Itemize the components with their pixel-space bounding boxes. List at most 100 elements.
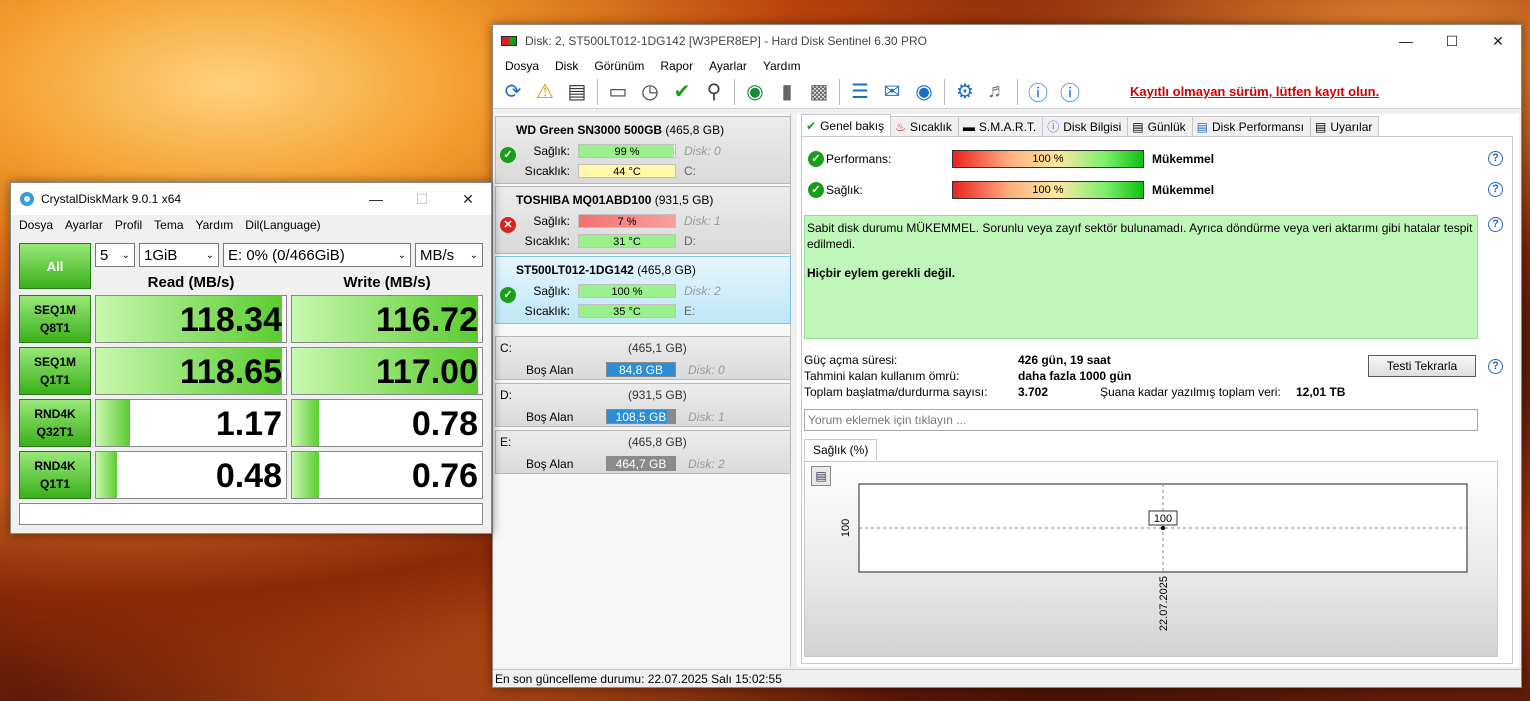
cdm-menu-dosya[interactable]: Dosya [13,218,59,232]
check-icon: ✔ [806,118,817,133]
test-button-seq1m-q8t1[interactable]: SEQ1M Q8T1 [19,295,91,343]
help-icon[interactable]: ? [1488,182,1503,197]
disk-icon: ▬ [962,119,975,134]
refresh-warning-icon[interactable]: ⚠ [531,78,559,106]
health-gauge: 100 % [952,181,1144,199]
external-disk-icon[interactable]: ▮ [773,78,801,106]
server-icon[interactable]: ▩ [805,78,833,106]
disk-item-1[interactable]: TOSHIBA MQ01ABD100 (931,5 GB) ✕ Sağlık: 7… [495,186,791,254]
cdm-window: CrystalDiskMark 9.0.1 x64 — ☐ ✕ Dosya Ay… [10,182,492,534]
performance-text: Mükemmel [1152,152,1215,166]
unit-select[interactable]: MB/s ⌄ [415,243,483,267]
all-button[interactable]: All [19,243,91,289]
test-button-seq1m-q1t1[interactable]: SEQ1M Q1T1 [19,347,91,395]
disk-item-0[interactable]: WD Green SN3000 500GB (465,8 GB) ✓ Sağlı… [495,116,791,184]
minimize-button[interactable]: — [1383,25,1429,57]
health-chart: 100 100 22.07.2025 [840,483,1468,631]
test-button-rnd4k-q1t1[interactable]: RND4K Q1T1 [19,451,91,499]
app-icon [501,36,517,46]
unregistered-link[interactable]: Kayıtlı olmayan sürüm, lütfen kayıt olun… [1130,84,1379,99]
tab-temperature[interactable]: ♨ Sıcaklık [890,116,959,136]
cdm-close-button[interactable]: ✕ [445,183,491,215]
cdm-menu-profil[interactable]: Profil [109,218,148,232]
free-space-bar: 464,7 GB [606,456,676,471]
menu-disk[interactable]: Disk [547,59,586,73]
cdm-menu-ayarlar[interactable]: Ayarlar [59,218,109,232]
help-icon[interactable]: ? [1488,359,1503,374]
cdm-menu-tema[interactable]: Tema [148,218,189,232]
maximize-button[interactable]: ☐ [1429,25,1475,57]
chevron-down-icon: ⌄ [397,249,406,261]
report-icon[interactable]: ☰ [846,78,874,106]
comment-input[interactable]: Yorum eklemek için tıklayın ... [804,409,1478,431]
menu-rapor[interactable]: Rapor [652,59,701,73]
volume-item-d[interactable]: D: (931,5 GB) Boş Alan 108,5 GB Disk: 1 [495,383,791,427]
cdm-minimize-button[interactable]: — [353,183,399,215]
drive-letter: E: [684,304,696,318]
settings-icon[interactable]: ⚙ [951,78,979,106]
menu-bar: Dosya Disk Görünüm Rapor Ayarlar Yardım [493,57,1521,75]
health-bar: 100 % [578,284,676,298]
web-icon[interactable]: ◉ [910,78,938,106]
volume-letter: C: [500,341,512,355]
tab-performance[interactable]: ▤ Disk Performansı [1191,116,1312,136]
health-label: Sağlık: [533,284,570,298]
drive-select[interactable]: E: 0% (0/466GiB) ⌄ [223,243,411,267]
disk-item-2[interactable]: ST500LT012-1DG142 (465,8 GB) ✓ Sağlık: 10… [495,256,791,324]
disk-search-icon[interactable]: ⚲ [700,78,728,106]
comment-field[interactable] [19,503,483,525]
tab-alerts[interactable]: ▤ Uyarılar [1310,116,1380,136]
performance-label: Performans: [826,152,892,166]
close-button[interactable]: ✕ [1475,25,1521,57]
info-icon[interactable]: ⓘ [1056,78,1084,106]
menu-gorunum[interactable]: Görünüm [586,59,652,73]
read-header: Read (MB/s) [147,274,235,291]
status-text: Sabit disk durumu MÜKEMMEL. Sorunlu veya… [807,221,1473,251]
refresh-icon[interactable]: ⟳ [499,78,527,106]
network-disk-icon[interactable]: ◉ [741,78,769,106]
temp-label: Sıcaklık: [524,234,570,248]
volume-item-c[interactable]: C: (465,1 GB) Boş Alan 84,8 GB Disk: 0 [495,336,791,380]
cdm-menu-yardim[interactable]: Yardım [190,218,240,232]
tab-smart[interactable]: ▬ S.M.A.R.T. [957,116,1044,136]
cdm-menu-language[interactable]: Dil(Language) [239,218,326,232]
toolbar-separator [597,78,598,105]
volume-letter: D: [500,388,512,402]
menu-dosya[interactable]: Dosya [497,59,547,73]
read-result-rnd4k-q1t1: 0.48 [95,451,287,499]
written-label: Şuana kadar yazılmış toplam veri: [1100,385,1281,399]
tab-log[interactable]: ▤ Günlük [1127,116,1193,136]
write-header: Write (MB/s) [343,274,431,291]
temp-label: Sıcaklık: [524,164,570,178]
cdm-maximize-button[interactable]: ☐ [399,183,445,215]
disk-ok-icon[interactable]: ✔ [668,78,696,106]
chevron-down-icon: ⌄ [205,249,214,261]
retest-button[interactable]: Testi Tekrarla [1368,355,1476,377]
email-icon[interactable]: ✉ [878,78,906,106]
help-icon[interactable]: ? [1488,151,1503,166]
toolbar: ⟳ ⚠ ▤ ▭ ◷ ✔ ⚲ ◉ ▮ ▩ ☰ ✉ ◉ ⚙ ♬ ⓘ ⓘ Kayıtl… [493,75,1521,109]
volume-item-e[interactable]: E: (465,8 GB) Boş Alan 464,7 GB Disk: 2 [495,430,791,474]
help-icon[interactable]: ⓘ [1024,78,1052,106]
disk-list-icon[interactable]: ▤ [563,78,591,106]
tab-disk-info[interactable]: ⓘ Disk Bilgisi [1042,116,1129,136]
help-icon[interactable]: ? [1488,217,1503,232]
disk-test-icon[interactable]: ▭ [604,78,632,106]
menu-yardim[interactable]: Yardım [755,59,809,73]
chart-tab[interactable]: Sağlık (%) [804,439,878,460]
sound-icon[interactable]: ♬ [983,78,1011,106]
health-label: Sağlık: [533,214,570,228]
test-button-rnd4k-q32t1[interactable]: RND4K Q32T1 [19,399,91,447]
count-select[interactable]: 5 ⌄ [95,243,135,267]
tab-overview[interactable]: ✔ Genel bakış [801,114,892,136]
disk-schedule-icon[interactable]: ◷ [636,78,664,106]
free-space-label: Boş Alan [526,363,574,377]
lifetime-label: Tahmini kalan kullanım ömrü: [804,369,960,383]
drive-letter: D: [684,234,696,248]
health-label: Sağlık: [826,183,863,197]
menu-ayarlar[interactable]: Ayarlar [701,59,755,73]
temp-label: Sıcaklık: [524,304,570,318]
write-result-rnd4k-q1t1: 0.76 [291,451,483,499]
disk-number: Disk: 0 [684,144,721,158]
size-select[interactable]: 1GiB ⌄ [139,243,219,267]
